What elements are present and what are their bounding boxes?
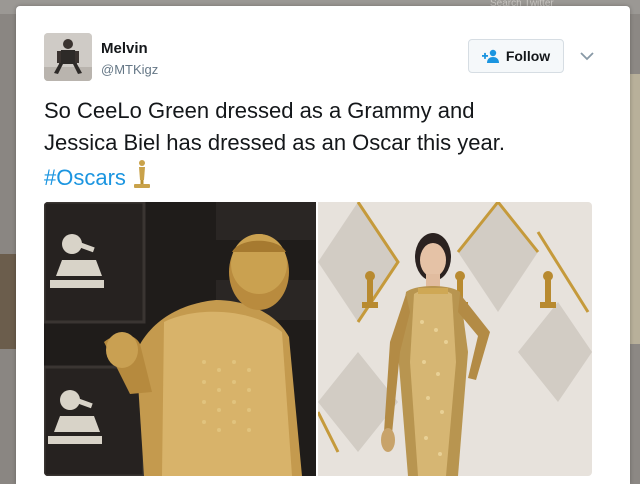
add-user-icon [481,49,500,63]
tweet-header: Melvin @MTKigz Follow [44,33,604,83]
follow-button[interactable]: Follow [468,39,564,73]
background-right [630,14,640,484]
tweet-text: So CeeLo Green dressed as a Grammy and J… [44,95,614,198]
avatar[interactable] [44,33,92,81]
trophy-statue-icon [132,159,152,198]
more-options-button[interactable] [577,47,597,67]
tweet-text-line-1: So CeeLo Green dressed as a Grammy and [44,98,475,123]
photo-grammy[interactable] [44,202,316,476]
author-handle[interactable]: @MTKigz [101,62,158,77]
author-name[interactable]: Melvin [101,40,148,57]
chevron-down-icon [580,48,594,66]
tweet-text-line-2: Jessica Biel has dressed as an Oscar thi… [44,130,505,155]
tweet-card: Melvin @MTKigz Follow So CeeLo Green dre… [16,6,630,484]
hashtag-link[interactable]: #Oscars [44,165,126,190]
photo-oscars[interactable] [318,202,592,476]
follow-label: Follow [505,48,551,64]
media-grid [44,202,592,476]
background-left [0,14,16,484]
